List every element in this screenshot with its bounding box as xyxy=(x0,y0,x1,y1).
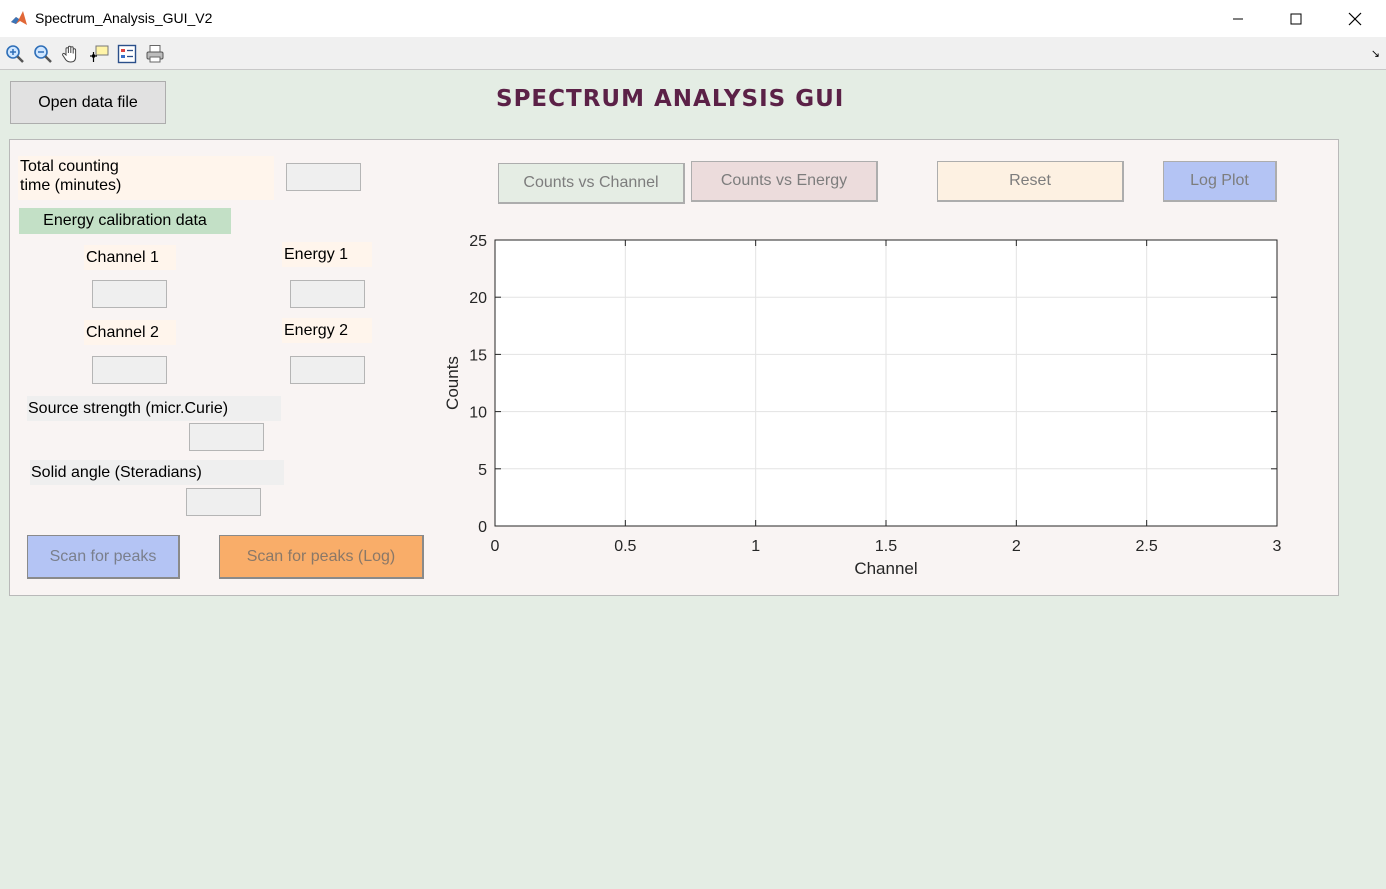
open-data-file-button[interactable]: Open data file xyxy=(10,81,166,124)
log-plot-button[interactable]: Log Plot xyxy=(1163,161,1277,202)
x-tick-label: 3 xyxy=(1273,538,1282,555)
zoom-out-button[interactable] xyxy=(31,42,55,66)
close-button[interactable] xyxy=(1326,0,1384,38)
source-strength-label: Source strength (micr.Curie) xyxy=(27,396,281,421)
data-cursor-icon xyxy=(90,45,109,62)
total-counting-time-label: Total counting time (minutes) xyxy=(18,156,274,200)
scan-for-peaks-button[interactable]: Scan for peaks xyxy=(27,535,180,579)
zoom-in-icon xyxy=(6,45,24,63)
window-title: Spectrum_Analysis_GUI_V2 xyxy=(35,10,213,26)
print-button[interactable] xyxy=(143,42,167,66)
total-counting-time-field[interactable] xyxy=(286,163,361,191)
x-tick-label: 2 xyxy=(1012,538,1021,555)
zoom-in-button[interactable] xyxy=(3,42,27,66)
channel1-label: Channel 1 xyxy=(84,245,176,270)
y-tick-label: 25 xyxy=(469,233,487,250)
minimize-icon xyxy=(1233,18,1243,20)
x-tick-label: 0 xyxy=(491,538,500,555)
x-tick-label: 0.5 xyxy=(614,538,636,555)
energy1-field[interactable] xyxy=(290,280,365,308)
source-strength-field[interactable] xyxy=(189,423,264,451)
solid-angle-field[interactable] xyxy=(186,488,261,516)
x-axis-label: Channel xyxy=(854,559,917,578)
close-icon xyxy=(1348,12,1362,26)
y-tick-label: 15 xyxy=(469,347,487,364)
energy-calibration-label: Energy calibration data xyxy=(19,208,231,234)
y-tick-label: 20 xyxy=(469,290,487,307)
data-cursor-button[interactable] xyxy=(87,42,111,66)
spectrum-plot[interactable]: 0 0.5 1 1.5 2 2.5 3 0 5 10 15 20 25 Channel Counts xyxy=(440,225,1310,590)
energy1-label: Energy 1 xyxy=(282,242,372,267)
counts-vs-channel-button[interactable]: Counts vs Channel xyxy=(498,163,685,204)
title-bar: Spectrum_Analysis_GUI_V2 xyxy=(0,0,1386,38)
y-tick-label: 0 xyxy=(478,519,487,536)
app-title: SPECTRUM ANALYSIS GUI xyxy=(496,86,845,112)
matlab-icon xyxy=(11,11,27,25)
x-tick-label: 1.5 xyxy=(875,538,897,555)
pan-button[interactable] xyxy=(59,42,83,66)
total-counting-time-label-line1: Total counting xyxy=(20,158,119,175)
pan-hand-icon xyxy=(62,45,77,63)
y-tick-label: 5 xyxy=(478,462,487,479)
scan-for-peaks-log-button[interactable]: Scan for peaks (Log) xyxy=(219,535,424,579)
toolbar-dock-icon[interactable]: ↘ xyxy=(1371,47,1380,60)
y-axis-label: Counts xyxy=(443,356,462,410)
y-tick-label: 10 xyxy=(469,405,487,422)
total-counting-time-label-line2: time (minutes) xyxy=(20,177,122,194)
legend-icon xyxy=(117,44,137,64)
channel2-field[interactable] xyxy=(92,356,167,384)
zoom-out-icon xyxy=(34,45,52,63)
x-tick-label: 2.5 xyxy=(1136,538,1158,555)
x-tick-label: 1 xyxy=(751,538,760,555)
maximize-button[interactable] xyxy=(1267,0,1325,38)
channel2-label: Channel 2 xyxy=(84,320,176,345)
counts-vs-energy-button[interactable]: Counts vs Energy xyxy=(691,161,878,202)
minimize-button[interactable] xyxy=(1209,0,1267,38)
channel1-field[interactable] xyxy=(92,280,167,308)
reset-button[interactable]: Reset xyxy=(937,161,1124,202)
print-icon xyxy=(146,45,164,63)
energy2-field[interactable] xyxy=(290,356,365,384)
figure-toolbar: ↘ xyxy=(0,38,1386,70)
legend-button[interactable] xyxy=(115,42,139,66)
solid-angle-label: Solid angle (Steradians) xyxy=(30,460,284,485)
energy2-label: Energy 2 xyxy=(282,318,372,343)
maximize-icon xyxy=(1290,13,1302,25)
